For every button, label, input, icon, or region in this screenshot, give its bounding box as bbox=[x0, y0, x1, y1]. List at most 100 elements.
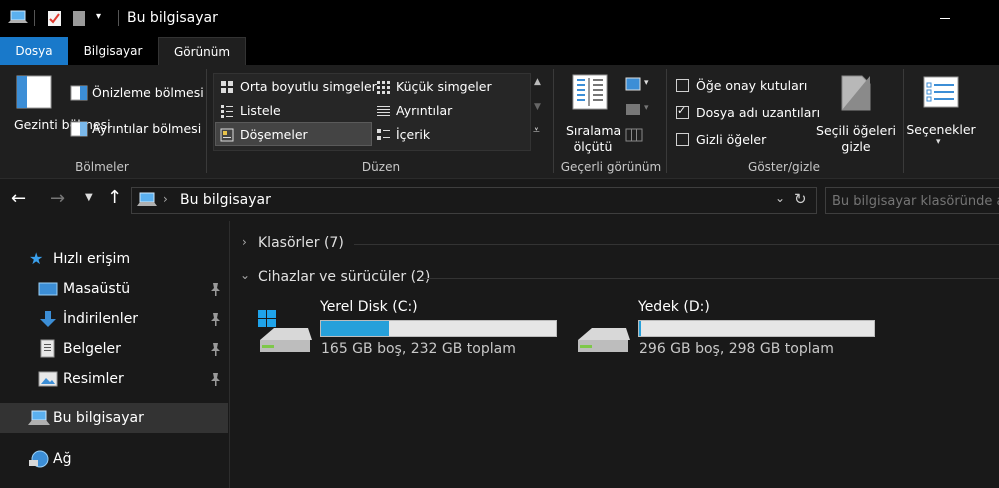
drive-tile-d[interactable]: Yedek (D:) 296 GB boş, 298 GB toplam bbox=[574, 296, 879, 362]
forward-arrow-icon[interactable]: → bbox=[50, 188, 65, 209]
address-bar[interactable]: › Bu bilgisayar ⌄ ↻ bbox=[131, 187, 817, 214]
recent-locations-chevron-icon[interactable]: ▼ bbox=[85, 192, 93, 203]
nav-quick-access[interactable]: ★ Hızlı erişim bbox=[0, 244, 228, 274]
hide-selected-button[interactable]: Seçili öğeleri gizle bbox=[812, 69, 900, 155]
layout-details[interactable]: Ayrıntılar bbox=[372, 100, 522, 122]
nav-item-downloads[interactable]: İndirilenler bbox=[0, 304, 228, 334]
breadcrumb-chevron-icon[interactable]: › bbox=[163, 192, 168, 206]
download-arrow-icon bbox=[40, 311, 56, 327]
details-icon bbox=[377, 106, 390, 116]
nav-this-pc-label: Bu bilgisayar bbox=[53, 410, 144, 426]
this-pc-icon[interactable] bbox=[8, 10, 28, 26]
tab-computer[interactable]: Bilgisayar bbox=[70, 37, 156, 65]
group-by-chevron-icon[interactable]: ▾ bbox=[644, 78, 649, 88]
title-bar: ▾ Bu bilgisayar bbox=[0, 0, 999, 37]
navigation-pane-icon bbox=[16, 75, 52, 109]
layout-list-label: Listele bbox=[240, 103, 281, 118]
drive-d-info: 296 GB boş, 298 GB toplam bbox=[639, 341, 834, 357]
item-checkboxes-checkbox[interactable] bbox=[676, 79, 689, 92]
nav-item-downloads-label: İndirilenler bbox=[63, 311, 139, 327]
layout-content[interactable]: İçerik bbox=[372, 124, 522, 146]
layout-scroll-up-icon[interactable]: ▲ bbox=[534, 77, 541, 87]
layout-list[interactable]: Listele bbox=[216, 100, 371, 122]
star-icon: ★ bbox=[29, 249, 44, 268]
nav-this-pc[interactable]: Bu bilgisayar bbox=[0, 403, 228, 433]
properties-icon[interactable] bbox=[47, 9, 63, 27]
drive-d-name: Yedek (D:) bbox=[638, 299, 710, 315]
hidden-items-checkbox[interactable] bbox=[676, 133, 689, 146]
layout-expand-icon[interactable]: ⩡ bbox=[533, 123, 540, 138]
refresh-icon[interactable]: ↻ bbox=[794, 190, 807, 208]
sort-by-button[interactable]: Sıralama ölçütü bbox=[562, 69, 622, 155]
nav-item-documents[interactable]: Belgeler bbox=[0, 334, 228, 364]
back-arrow-icon[interactable]: ← bbox=[11, 188, 26, 209]
address-path[interactable]: Bu bilgisayar bbox=[180, 192, 271, 208]
devices-header: Cihazlar ve sürücüler (2) bbox=[258, 269, 431, 285]
pin-icon[interactable] bbox=[209, 342, 221, 356]
options-icon bbox=[923, 76, 959, 108]
preview-pane-button[interactable]: Önizleme bölmesi bbox=[92, 85, 204, 100]
nav-item-pictures[interactable]: Resimler bbox=[0, 364, 228, 394]
sort-by-label: Sıralama ölçütü bbox=[566, 123, 622, 154]
file-extensions-checkbox[interactable] bbox=[676, 104, 689, 119]
search-input[interactable] bbox=[830, 191, 999, 211]
group-devices[interactable]: ⌄ Cihazlar ve sürücüler (2) bbox=[230, 267, 999, 289]
network-icon bbox=[29, 450, 49, 468]
search-box[interactable] bbox=[825, 187, 999, 214]
layout-small-icons-label: Küçük simgeler bbox=[396, 79, 492, 94]
pin-icon[interactable] bbox=[209, 312, 221, 326]
drive-tile-c[interactable]: Yerel Disk (C:) 165 GB boş, 232 GB topla… bbox=[256, 296, 561, 362]
drive-c-info: 165 GB boş, 232 GB toplam bbox=[321, 341, 516, 357]
layout-medium-icons-label: Orta boyutlu simgeler bbox=[240, 79, 377, 94]
options-button[interactable]: Seçenekler ▾ bbox=[905, 69, 977, 159]
current-view-group-label: Geçerli görünüm bbox=[560, 160, 662, 174]
layout-scroll-down-icon[interactable]: ▼ bbox=[534, 102, 541, 112]
show-hide-group-label: Göster/gizle bbox=[748, 160, 820, 174]
sort-by-icon bbox=[572, 74, 608, 110]
address-row: ← → ▼ ↑ › Bu bilgisayar ⌄ ↻ bbox=[0, 179, 999, 221]
add-columns-chevron-icon[interactable]: ▾ bbox=[644, 103, 649, 113]
preview-pane-icon bbox=[70, 85, 88, 101]
layout-gallery: Orta boyutlu simgeler Küçük simgeler Lis… bbox=[213, 73, 531, 151]
hide-selected-label: Seçili öğeleri gizle bbox=[816, 123, 896, 154]
documents-icon bbox=[40, 339, 55, 358]
nav-quick-access-label: Hızlı erişim bbox=[53, 251, 131, 267]
tab-view[interactable]: Görünüm bbox=[158, 37, 246, 66]
navigation-pane-button[interactable]: Gezinti bölmesi bbox=[4, 69, 111, 155]
small-icons-icon bbox=[377, 81, 390, 94]
item-checkboxes-label: Öğe onay kutuları bbox=[696, 78, 808, 93]
nav-item-desktop[interactable]: Masaüstü bbox=[0, 274, 228, 304]
size-columns-icon[interactable] bbox=[625, 127, 643, 143]
group-divider bbox=[354, 244, 999, 245]
up-arrow-icon[interactable]: ↑ bbox=[107, 187, 122, 208]
minimize-button[interactable] bbox=[922, 5, 968, 31]
layout-details-label: Ayrıntılar bbox=[396, 103, 453, 118]
details-pane-button[interactable]: Ayrıntılar bölmesi bbox=[92, 121, 201, 136]
content-pane: › Klasörler (7) ⌄ Cihazlar ve sürücüler … bbox=[230, 221, 999, 488]
nav-network[interactable]: Ağ bbox=[0, 444, 228, 474]
pin-icon[interactable] bbox=[209, 372, 221, 386]
tab-file[interactable]: Dosya bbox=[0, 37, 68, 65]
layout-small-icons[interactable]: Küçük simgeler bbox=[372, 76, 522, 98]
group-folders[interactable]: › Klasörler (7) bbox=[230, 233, 999, 255]
customize-toolbar-chevron-icon[interactable]: ▾ bbox=[96, 11, 101, 22]
panes-group-label: Bölmeler bbox=[75, 160, 129, 174]
pin-icon[interactable] bbox=[209, 282, 221, 296]
layout-medium-icons[interactable]: Orta boyutlu simgeler bbox=[216, 76, 377, 98]
title-separator-2 bbox=[118, 10, 119, 26]
drive-c-name: Yerel Disk (C:) bbox=[320, 299, 418, 315]
hard-drive-icon bbox=[578, 328, 630, 352]
new-folder-icon[interactable] bbox=[72, 9, 86, 27]
options-label: Seçenekler bbox=[906, 122, 976, 137]
layout-tiles[interactable]: Döşemeler bbox=[216, 124, 371, 146]
add-columns-icon[interactable] bbox=[625, 101, 641, 117]
address-dropdown-chevron-icon[interactable]: ⌄ bbox=[775, 191, 785, 205]
hide-selected-icon bbox=[841, 75, 871, 111]
group-by-icon[interactable] bbox=[625, 77, 641, 91]
details-pane-icon bbox=[70, 121, 88, 137]
drive-c-usage-fill bbox=[321, 321, 389, 336]
navigation-pane: ★ Hızlı erişim Masaüstü İndirilenler Bel… bbox=[0, 221, 230, 488]
hard-drive-windows-icon bbox=[258, 310, 312, 352]
collapse-chevron-icon: ⌄ bbox=[240, 268, 251, 282]
expand-chevron-icon: › bbox=[242, 235, 247, 249]
